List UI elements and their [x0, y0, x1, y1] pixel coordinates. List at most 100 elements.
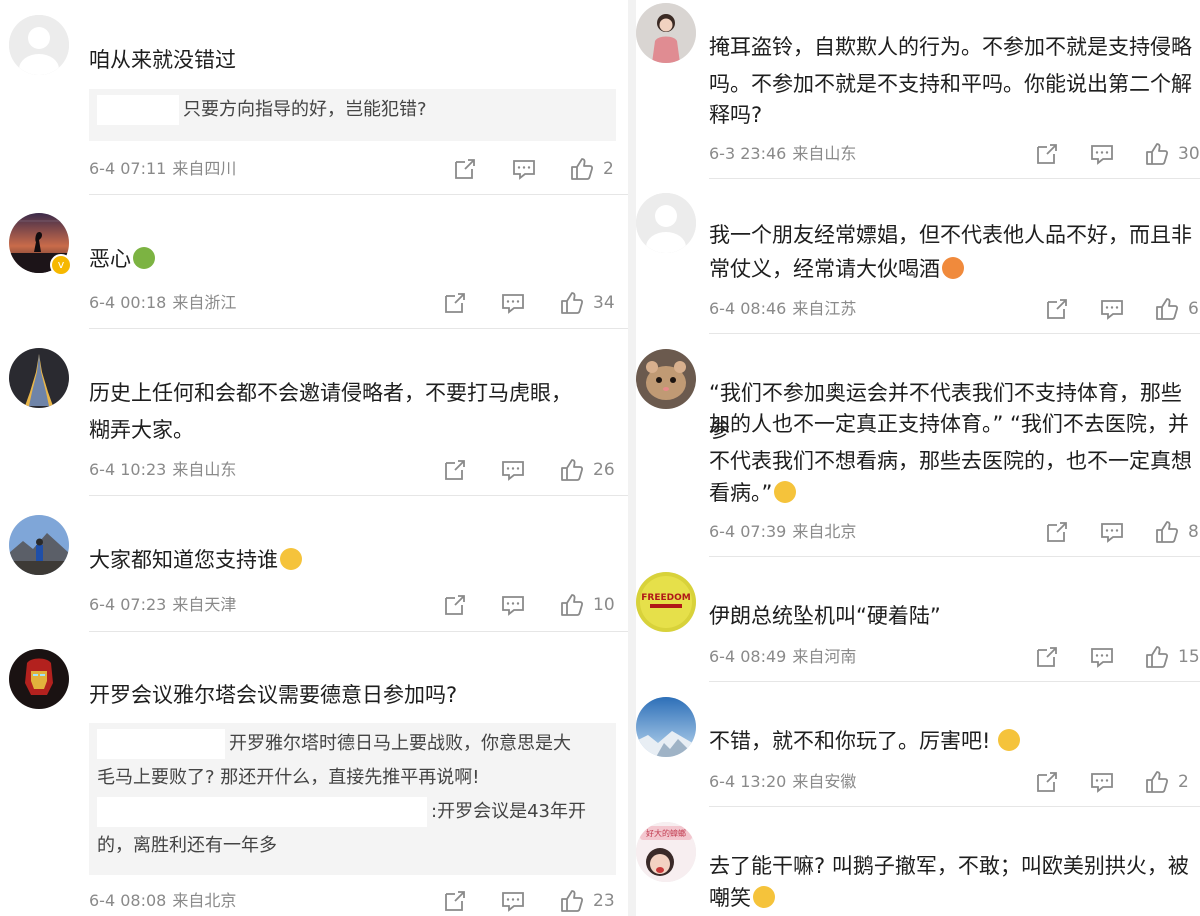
thumbs-up-icon — [1146, 143, 1169, 165]
like-button[interactable]: 6 — [1154, 294, 1199, 324]
divider — [89, 194, 628, 195]
thumbs-up-icon — [1146, 646, 1169, 668]
comment-meta: 6-4 07:39 来自北京 — [709, 517, 856, 547]
thumbs-up-icon — [1156, 521, 1179, 543]
redacted-username — [97, 797, 427, 827]
like-button[interactable]: 15 — [1144, 642, 1200, 672]
share-button[interactable] — [442, 288, 468, 318]
reply-button[interactable] — [1089, 642, 1115, 672]
freedom-logo-text: FREEDOM — [641, 593, 690, 603]
default-avatar-icon — [9, 15, 69, 75]
divider — [709, 806, 1200, 807]
like-count: 10 — [593, 595, 615, 615]
reply-button[interactable] — [500, 886, 526, 916]
share-button[interactable] — [442, 590, 468, 620]
default-avatar-icon — [636, 193, 696, 253]
share-button[interactable] — [1044, 517, 1070, 547]
share-button[interactable] — [1034, 767, 1060, 797]
comment-location: 来自天津 — [172, 595, 237, 614]
quoted-reply-text: 开罗雅尔塔时德日马上要战败，你意思是大 — [229, 733, 571, 754]
like-count: 23 — [593, 891, 615, 911]
avatar[interactable] — [636, 193, 696, 253]
like-button[interactable]: 26 — [559, 455, 615, 485]
right-comment-column: 掩耳盗铃，自欺欺人的行为。不参加不就是支持侵略 吗。不参加不就是不支持和平吗。你… — [636, 0, 1200, 916]
reply-button[interactable] — [1099, 517, 1125, 547]
avatar[interactable]: 好大的蟑螂 — [636, 822, 696, 882]
comment-meta: 6-4 10:23 来自山东 — [89, 455, 236, 485]
like-button[interactable]: 8 — [1154, 517, 1199, 547]
like-count: 30 — [1178, 144, 1200, 164]
comment-location: 来自浙江 — [172, 293, 237, 312]
comment-text-line: 吗。不参加不就是不支持和平吗。你能说出第二个解 — [709, 72, 1192, 96]
avatar[interactable]: FREEDOM — [636, 572, 696, 632]
share-icon — [1037, 144, 1057, 164]
quoted-reply: :开罗会议是43年开 — [97, 795, 608, 829]
share-button[interactable] — [1034, 642, 1060, 672]
divider — [709, 556, 1200, 557]
comment-text-line: 看病。” — [709, 475, 797, 512]
comment-text: 咱从来就没错过 — [89, 48, 236, 72]
divider — [89, 495, 628, 496]
quoted-reply-text: :开罗会议是43年开 — [431, 801, 586, 822]
share-icon — [445, 293, 465, 313]
like-count: 34 — [593, 293, 615, 313]
reply-button[interactable] — [1089, 767, 1115, 797]
share-button[interactable] — [1044, 294, 1070, 324]
share-button[interactable] — [442, 455, 468, 485]
like-button[interactable]: 2 — [569, 154, 614, 184]
share-icon — [455, 159, 475, 179]
reply-button[interactable] — [1099, 294, 1125, 324]
avatar[interactable] — [636, 697, 696, 757]
like-count: 26 — [593, 460, 615, 480]
quoted-reply-continued: 毛马上要败了? 那还开什么，直接先推平再说啊! — [97, 767, 480, 788]
like-count: 2 — [1178, 772, 1189, 792]
freedom-logo-icon: FREEDOM — [636, 572, 696, 632]
comment-text-content: 大家都知道您支持谁 — [89, 548, 278, 572]
avatar[interactable] — [636, 349, 696, 409]
thumbs-up-icon — [561, 890, 584, 912]
redacted-username — [97, 729, 225, 759]
comment-actions: 15 — [1034, 642, 1200, 672]
comment-icon — [502, 596, 524, 616]
comment-text-line: 我一个朋友经常嫖娼，但不代表他人品不好，而且非 — [709, 223, 1192, 247]
comment-text-line: 加的人也不一定真正支持体育。” “我们不去医院，并 — [709, 412, 1189, 436]
comment-text: 伊朗总统坠机叫“硬着陆” — [709, 604, 941, 628]
hamster-icon — [636, 349, 696, 409]
like-count: 2 — [603, 159, 614, 179]
comment-date: 6-4 08:46 — [709, 299, 787, 318]
reply-button[interactable] — [1089, 139, 1115, 169]
reply-button[interactable] — [500, 455, 526, 485]
comment-meta: 6-4 00:18 来自浙江 — [89, 288, 236, 318]
reply-button[interactable] — [511, 154, 537, 184]
like-button[interactable]: 34 — [559, 288, 615, 318]
reply-button[interactable] — [500, 288, 526, 318]
like-button[interactable]: 30 — [1144, 139, 1200, 169]
share-button[interactable] — [1034, 139, 1060, 169]
avatar[interactable] — [9, 348, 69, 408]
redacted-username — [97, 95, 179, 125]
comment-text: 恶心 — [89, 241, 155, 278]
like-button[interactable]: 23 — [559, 886, 615, 916]
comment-icon — [502, 892, 524, 912]
avatar[interactable] — [9, 649, 69, 709]
comment-actions: 26 — [440, 455, 620, 485]
share-button[interactable] — [442, 886, 468, 916]
like-count: 6 — [1188, 299, 1199, 319]
comment-date: 6-4 07:11 — [89, 159, 167, 178]
comment-text: 不错，就不和你玩了。厉害吧! — [709, 723, 1021, 760]
divider — [709, 178, 1200, 179]
avatar[interactable] — [9, 515, 69, 575]
share-button[interactable] — [452, 154, 478, 184]
like-button[interactable]: 2 — [1144, 767, 1189, 797]
eiffel-tower-icon — [9, 348, 69, 408]
avatar[interactable] — [9, 15, 69, 75]
comment-text-line: 掩耳盗铃，自欺欺人的行为。不参加不就是支持侵略 — [709, 35, 1192, 59]
comment-text-content: 恶心 — [89, 247, 131, 271]
comment-icon — [1091, 773, 1113, 793]
avatar[interactable] — [636, 3, 696, 63]
like-button[interactable]: 10 — [559, 590, 615, 620]
verified-badge-icon: v — [50, 254, 72, 276]
comment-actions: 8 — [1044, 517, 1200, 547]
comment-meta: 6-3 23:46 来自山东 — [709, 139, 856, 169]
reply-button[interactable] — [500, 590, 526, 620]
